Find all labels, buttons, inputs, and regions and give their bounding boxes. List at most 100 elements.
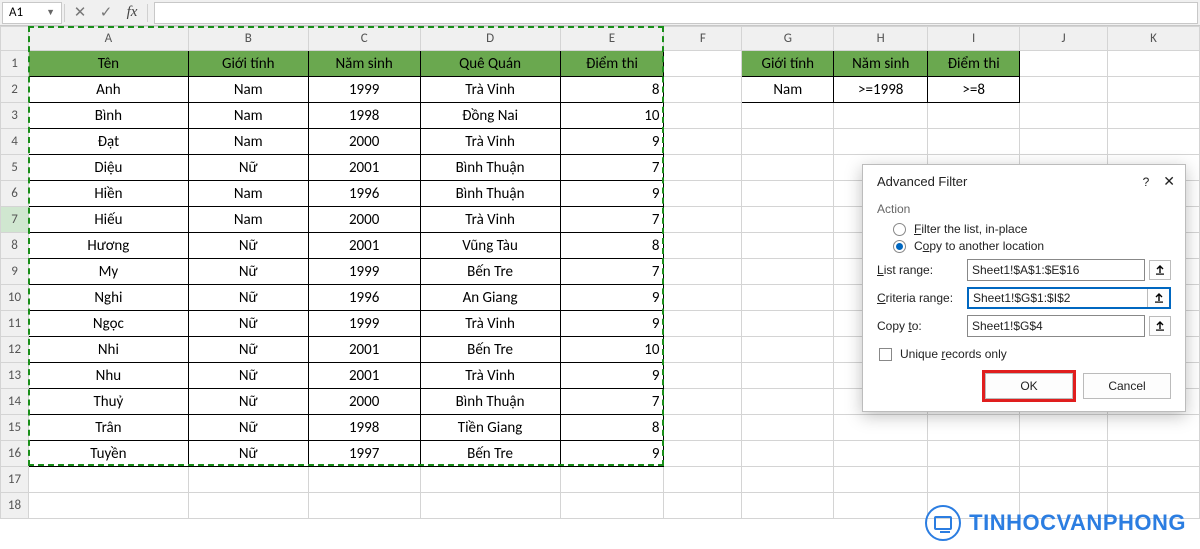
cell[interactable]	[664, 51, 742, 77]
table-header-cell[interactable]: Giới tính	[188, 51, 308, 77]
cell[interactable]	[742, 285, 834, 311]
row-header[interactable]: 5	[1, 155, 29, 181]
table-cell[interactable]: Hiếu	[28, 207, 188, 233]
cell[interactable]	[742, 415, 834, 441]
table-cell[interactable]: 1996	[308, 181, 420, 207]
row-header[interactable]: 3	[1, 103, 29, 129]
criteria-header-cell[interactable]: Điểm thi	[928, 51, 1020, 77]
table-cell[interactable]: Thuỷ	[28, 389, 188, 415]
table-header-cell[interactable]: Điểm thi	[560, 51, 664, 77]
table-cell[interactable]: Nữ	[188, 337, 308, 363]
cell[interactable]	[1020, 77, 1108, 103]
criteria-range-input[interactable]: Sheet1!$G$1:$I$2	[967, 287, 1171, 309]
table-cell[interactable]: 1999	[308, 77, 420, 103]
cell[interactable]	[664, 181, 742, 207]
table-cell[interactable]: 8	[560, 77, 664, 103]
row-header[interactable]: 16	[1, 441, 29, 467]
ok-button[interactable]: OK	[985, 373, 1073, 399]
cell[interactable]	[742, 363, 834, 389]
cell[interactable]	[560, 467, 664, 493]
row-header[interactable]: 8	[1, 233, 29, 259]
cancel-formula-button[interactable]: ✕	[67, 0, 93, 26]
table-cell[interactable]: 7	[560, 155, 664, 181]
table-cell[interactable]: Nữ	[188, 155, 308, 181]
confirm-formula-button[interactable]: ✓	[93, 0, 119, 26]
table-cell[interactable]: Nam	[188, 129, 308, 155]
chevron-down-icon[interactable]: ▼	[46, 7, 55, 18]
table-cell[interactable]: Nữ	[188, 363, 308, 389]
table-cell[interactable]: 1997	[308, 441, 420, 467]
cell[interactable]	[28, 493, 188, 519]
table-cell[interactable]: 1998	[308, 103, 420, 129]
table-cell[interactable]: 2001	[308, 337, 420, 363]
column-header[interactable]: H	[834, 27, 928, 51]
cell[interactable]	[1108, 129, 1200, 155]
table-cell[interactable]: Nữ	[188, 311, 308, 337]
table-cell[interactable]: Trà Vinh	[420, 363, 560, 389]
table-cell[interactable]: Trà Vinh	[420, 77, 560, 103]
collapse-dialog-icon[interactable]	[1149, 260, 1171, 280]
cell[interactable]	[28, 467, 188, 493]
cell[interactable]	[742, 207, 834, 233]
cell[interactable]	[742, 129, 834, 155]
row-header[interactable]: 15	[1, 415, 29, 441]
cell[interactable]	[928, 103, 1020, 129]
column-header[interactable]: A	[28, 27, 188, 51]
row-header[interactable]: 9	[1, 259, 29, 285]
table-cell[interactable]: 2001	[308, 233, 420, 259]
table-cell[interactable]: Ngọc	[28, 311, 188, 337]
table-cell[interactable]: 10	[560, 337, 664, 363]
table-cell[interactable]: Bến Tre	[420, 259, 560, 285]
cell[interactable]	[834, 467, 928, 493]
table-cell[interactable]: 9	[560, 285, 664, 311]
cell[interactable]	[188, 467, 308, 493]
row-header[interactable]: 6	[1, 181, 29, 207]
table-cell[interactable]: Nghi	[28, 285, 188, 311]
table-cell[interactable]: 10	[560, 103, 664, 129]
cell[interactable]	[664, 493, 742, 519]
table-cell[interactable]: Diệu	[28, 155, 188, 181]
select-all-corner[interactable]	[1, 27, 29, 51]
column-header[interactable]: J	[1020, 27, 1108, 51]
table-cell[interactable]: 9	[560, 363, 664, 389]
table-cell[interactable]: Trà Vinh	[420, 207, 560, 233]
row-header[interactable]: 14	[1, 389, 29, 415]
cell[interactable]	[1020, 129, 1108, 155]
cell[interactable]	[308, 467, 420, 493]
cancel-button[interactable]: Cancel	[1083, 373, 1171, 399]
table-cell[interactable]: 9	[560, 441, 664, 467]
cell[interactable]	[742, 233, 834, 259]
cell[interactable]	[664, 259, 742, 285]
cell[interactable]	[928, 467, 1020, 493]
formula-input[interactable]	[154, 2, 1198, 24]
row-header[interactable]: 11	[1, 311, 29, 337]
cell[interactable]	[308, 493, 420, 519]
column-header[interactable]: E	[560, 27, 664, 51]
cell[interactable]	[1020, 51, 1108, 77]
table-cell[interactable]: Nữ	[188, 259, 308, 285]
unique-records-checkbox[interactable]: Unique records only	[879, 347, 1171, 361]
cell[interactable]	[1108, 77, 1200, 103]
cell[interactable]	[664, 311, 742, 337]
cell[interactable]	[664, 441, 742, 467]
table-cell[interactable]: 2001	[308, 363, 420, 389]
table-cell[interactable]: 9	[560, 129, 664, 155]
cell[interactable]	[420, 493, 560, 519]
table-cell[interactable]: Nam	[188, 181, 308, 207]
table-cell[interactable]: Tiền Giang	[420, 415, 560, 441]
table-cell[interactable]: Nhu	[28, 363, 188, 389]
table-cell[interactable]: My	[28, 259, 188, 285]
table-cell[interactable]: Trân	[28, 415, 188, 441]
table-cell[interactable]: 8	[560, 233, 664, 259]
collapse-dialog-icon[interactable]	[1149, 316, 1171, 336]
table-cell[interactable]: Nam	[188, 77, 308, 103]
cell[interactable]	[1108, 441, 1200, 467]
cell[interactable]	[742, 311, 834, 337]
copy-to-location-radio[interactable]: Copy to another location	[893, 239, 1171, 253]
cell[interactable]	[742, 441, 834, 467]
column-header[interactable]: C	[308, 27, 420, 51]
cell[interactable]	[664, 233, 742, 259]
table-cell[interactable]: 7	[560, 389, 664, 415]
cell[interactable]	[834, 493, 928, 519]
cell[interactable]	[664, 285, 742, 311]
